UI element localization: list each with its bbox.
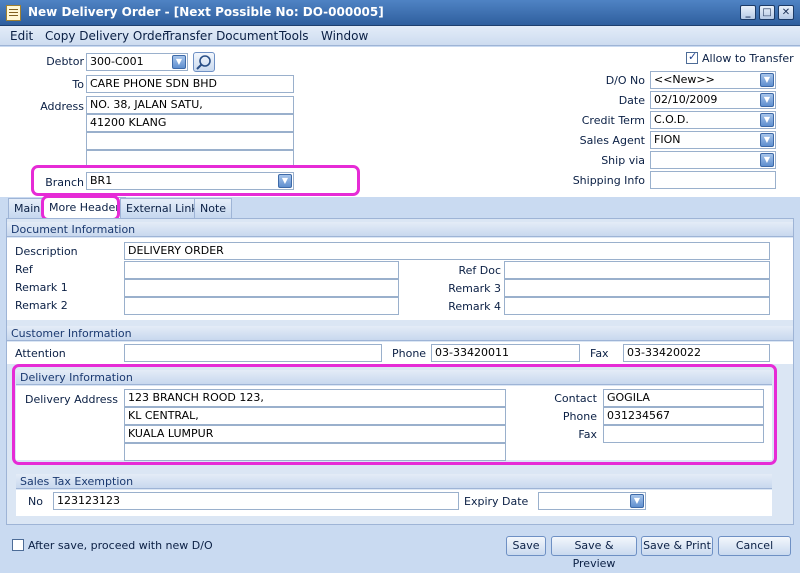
minimize-button[interactable]: _ — [740, 5, 756, 20]
save-print-button[interactable]: Save & Print — [641, 536, 713, 556]
ref-doc-field[interactable] — [504, 261, 770, 279]
delivery-highlight — [12, 364, 777, 465]
shipping-info-label: Shipping Info — [572, 174, 645, 187]
window-title: New Delivery Order - [Next Possible No: … — [28, 5, 384, 19]
customer-fax-field[interactable]: 03-33420022 — [623, 344, 770, 362]
sales-agent-label: Sales Agent — [579, 134, 645, 147]
chevron-down-icon[interactable]: ▼ — [760, 153, 774, 167]
to-label: To — [72, 78, 84, 91]
maximize-button[interactable]: □ — [759, 5, 775, 20]
menu-copy-delivery-order[interactable]: Copy Delivery Order — [45, 29, 167, 43]
remark3-label: Remark 3 — [448, 282, 501, 295]
document-icon — [6, 5, 21, 21]
sales-agent-value: FION — [654, 133, 681, 146]
menu-transfer-document[interactable]: Transfer Document — [164, 29, 278, 43]
allow-transfer-checkbox[interactable] — [686, 50, 698, 64]
address-line-3[interactable] — [86, 132, 294, 150]
address-line-2[interactable]: 41200 KLANG — [86, 114, 294, 132]
chevron-down-icon[interactable]: ▼ — [760, 73, 774, 87]
customer-fax-label: Fax — [590, 347, 609, 360]
attention-label: Attention — [15, 347, 66, 360]
date-picker[interactable]: 02/10/2009 ▼ — [650, 91, 776, 109]
search-icon — [196, 55, 211, 70]
proceed-new-label: After save, proceed with new D/O — [28, 539, 213, 552]
branch-highlight — [31, 165, 360, 196]
tab-external-link[interactable]: External Link — [120, 198, 204, 218]
credit-term-combo[interactable]: C.O.D. ▼ — [650, 111, 776, 129]
remark1-field[interactable] — [124, 279, 399, 297]
chevron-down-icon[interactable]: ▼ — [760, 113, 774, 127]
allow-transfer-box[interactable] — [686, 50, 698, 64]
tax-no-field[interactable]: 123123123 — [53, 492, 459, 510]
attention-field[interactable] — [124, 344, 382, 362]
menu-edit[interactable]: Edit — [10, 29, 33, 43]
date-value: 02/10/2009 — [654, 93, 718, 106]
chevron-down-icon[interactable]: ▼ — [172, 55, 186, 69]
document-info-heading: Document Information — [7, 222, 793, 237]
remark4-field[interactable] — [504, 297, 770, 315]
tax-exemption-heading: Sales Tax Exemption — [16, 474, 772, 489]
expiry-date-label: Expiry Date — [464, 495, 529, 508]
description-field[interactable]: DELIVERY ORDER — [124, 242, 770, 260]
customer-info-heading: Customer Information — [7, 326, 793, 341]
ship-via-label: Ship via — [601, 154, 645, 167]
customer-phone-field[interactable]: 03-33420011 — [431, 344, 580, 362]
remark2-label: Remark 2 — [15, 299, 68, 312]
close-button[interactable]: ✕ — [778, 5, 794, 20]
tax-no-label: No — [28, 495, 43, 508]
title-bar: New Delivery Order - [Next Possible No: … — [0, 0, 800, 26]
chevron-down-icon[interactable]: ▼ — [630, 494, 644, 508]
tab-note[interactable]: Note — [194, 198, 233, 218]
date-label: Date — [618, 94, 645, 107]
description-label: Description — [15, 245, 78, 258]
to-field[interactable]: CARE PHONE SDN BHD — [86, 75, 294, 93]
do-no-value: <<New>> — [654, 73, 715, 86]
chevron-down-icon[interactable]: ▼ — [760, 93, 774, 107]
menu-window[interactable]: Window — [321, 29, 368, 43]
expiry-date-picker[interactable]: ▼ — [538, 492, 646, 510]
ref-label: Ref — [15, 263, 33, 276]
address-line-1[interactable]: NO. 38, JALAN SATU, — [86, 96, 294, 114]
remark3-field[interactable] — [504, 279, 770, 297]
save-button[interactable]: Save — [506, 536, 546, 556]
menu-bar: Edit Copy Delivery Order Transfer Docume… — [0, 26, 800, 46]
do-no-label: D/O No — [605, 74, 645, 87]
credit-term-value: C.O.D. — [654, 113, 689, 126]
shipping-info-field[interactable] — [650, 171, 776, 189]
credit-term-label: Credit Term — [581, 114, 645, 127]
customer-phone-label: Phone — [392, 347, 427, 360]
allow-transfer-label: Allow to Transfer — [702, 52, 794, 65]
remark2-field[interactable] — [124, 297, 399, 315]
cancel-button[interactable]: Cancel — [718, 536, 791, 556]
chevron-down-icon[interactable]: ▼ — [760, 133, 774, 147]
remark1-label: Remark 1 — [15, 281, 68, 294]
debtor-combo[interactable]: 300-C001 ▼ — [86, 53, 188, 71]
proceed-new-checkbox[interactable] — [12, 539, 24, 551]
remark4-label: Remark 4 — [448, 300, 501, 313]
do-no-combo[interactable]: <<New>> ▼ — [650, 71, 776, 89]
address-label: Address — [40, 100, 84, 113]
debtor-label: Debtor — [46, 55, 84, 68]
ref-doc-label: Ref Doc — [458, 264, 501, 277]
ship-via-combo[interactable]: ▼ — [650, 151, 776, 169]
ref-field[interactable] — [124, 261, 399, 279]
debtor-value: 300-C001 — [90, 55, 144, 68]
menu-tools[interactable]: Tools — [279, 29, 309, 43]
save-preview-button[interactable]: Save & Preview — [551, 536, 637, 570]
debtor-search-button[interactable] — [193, 52, 215, 72]
sales-agent-combo[interactable]: FION ▼ — [650, 131, 776, 149]
